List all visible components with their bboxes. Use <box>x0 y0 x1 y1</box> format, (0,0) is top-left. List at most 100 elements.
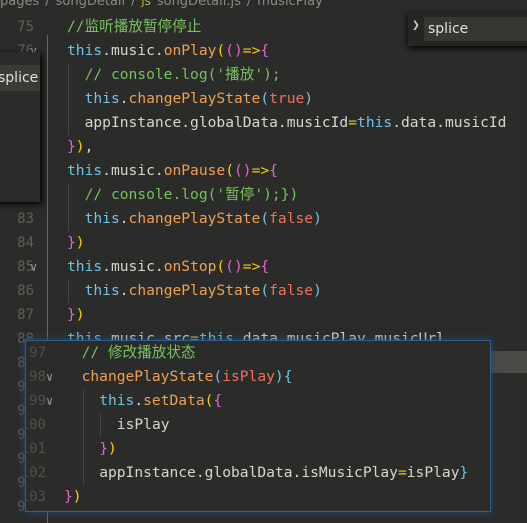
find-widget: ❯ splice <box>408 12 527 46</box>
breadcrumb-item[interactable]: musicPlay <box>257 0 323 9</box>
indent-guide <box>68 111 69 135</box>
breadcrumb-item[interactable]: pages <box>0 0 39 9</box>
code-line[interactable]: this.music.onPlay(()=>{ <box>67 39 269 63</box>
find-widget-left: splice <box>0 52 40 202</box>
indent-guide <box>82 389 84 413</box>
code-token: isMusicPlay <box>301 464 398 481</box>
code-token: => <box>242 258 261 275</box>
code-token: ( <box>260 282 270 299</box>
line-number: 103 <box>26 489 46 505</box>
code-editor[interactable]: pages / songDetail / JS songDetail.js / musicPl… <box>0 0 527 523</box>
line-number: 100 <box>26 417 46 433</box>
code-token: () <box>225 42 243 59</box>
code-token: onPlay <box>163 42 217 59</box>
code-token: music <box>110 42 155 59</box>
indent-guide <box>82 437 84 461</box>
code-line[interactable]: this.music.onPause(()=>{ <box>67 159 278 183</box>
code-token: changePlayState <box>81 368 214 385</box>
code-token: } <box>67 234 76 251</box>
code-token: => <box>251 162 270 179</box>
code-line[interactable]: // console.log('播放'); <box>85 63 281 87</box>
code-token: ) <box>313 282 322 299</box>
breadcrumb-separator: / <box>131 0 136 9</box>
code-line[interactable]: }) <box>99 437 117 461</box>
code-token: false <box>269 210 314 227</box>
fold-chevron-icon[interactable]: ∨ <box>46 389 53 413</box>
code-token: () <box>234 162 252 179</box>
code-token: { <box>213 392 223 409</box>
code-line[interactable]: // 修改播放状态 <box>82 341 196 365</box>
code-token: // console.log('暂停');}) <box>84 186 299 203</box>
code-token: () <box>225 258 243 275</box>
code-token: this <box>67 162 103 179</box>
fold-chevron-icon[interactable]: ∨ <box>46 365 53 389</box>
code-token: . <box>195 464 205 481</box>
code-token: ( <box>260 210 270 227</box>
code-token: onPause <box>163 162 226 179</box>
code-token: this <box>99 392 135 409</box>
code-token: isPlay <box>116 416 170 433</box>
code-token: this <box>84 90 120 107</box>
code-token: { <box>269 162 278 179</box>
breadcrumb-item[interactable]: JS <box>142 0 151 8</box>
code-line[interactable]: }), <box>67 135 93 159</box>
code-line[interactable]: this.changePlayState(true) <box>85 87 314 111</box>
find-input[interactable]: splice <box>424 17 527 41</box>
line-number: 86 <box>17 283 34 299</box>
code-token: { <box>260 258 270 275</box>
code-line[interactable]: appInstance.globalData.musicId=this.data… <box>85 111 507 135</box>
code-token: this <box>67 42 103 59</box>
chevron-right-icon[interactable]: ❯ <box>412 18 420 33</box>
code-line[interactable]: // console.log('暂停');}) <box>85 183 299 207</box>
line-number: 85 <box>17 259 34 275</box>
breadcrumb: pages / songDetail / JS songDetail.js / musicPl… <box>0 0 329 10</box>
fold-chevron-icon[interactable]: ∨ <box>30 255 37 279</box>
code-line[interactable]: }) <box>67 231 85 255</box>
code-line[interactable]: this.setData({ <box>99 389 222 413</box>
code-line[interactable]: appInstance.globalData.isMusicPlay=isPla… <box>99 461 468 485</box>
code-token: => <box>242 42 261 59</box>
breadcrumb-separator: / <box>246 0 252 9</box>
breadcrumb-item[interactable]: songDetail <box>56 0 126 9</box>
code-token: } <box>99 440 108 457</box>
code-token: } <box>67 138 76 155</box>
code-line[interactable]: changePlayState(isPlay){ <box>82 365 293 389</box>
indent-guide <box>68 183 69 207</box>
code-token: globalData <box>204 464 293 481</box>
code-token: data <box>400 114 437 131</box>
line-number: 102 <box>26 465 46 481</box>
code-token: music <box>110 258 155 275</box>
peek-definition-popup[interactable]: 97 98 99 100 101 102 103 // 修改播放状态 changePlaySt… <box>25 340 491 512</box>
code-token: { <box>260 42 270 59</box>
line-number: 101 <box>26 441 46 457</box>
code-token: changePlayState <box>128 282 261 299</box>
code-token: . <box>134 392 144 409</box>
code-token: . <box>119 282 129 299</box>
indent-guide <box>100 413 102 437</box>
indent-guide <box>82 461 84 485</box>
code-token: . <box>119 210 129 227</box>
code-line[interactable]: }) <box>67 303 85 327</box>
breadcrumb-separator: / <box>45 0 50 9</box>
find-input-left[interactable]: splice <box>0 65 40 91</box>
code-line[interactable]: this.music.onStop(()=>{ <box>67 255 269 279</box>
code-line[interactable]: isPlay <box>117 413 170 437</box>
code-token: . <box>154 258 164 275</box>
code-token: . <box>436 114 445 131</box>
code-token: this <box>84 282 120 299</box>
indent-guide <box>68 63 69 87</box>
line-number: 97 <box>29 345 46 361</box>
breadcrumb-item[interactable]: songDetail.js <box>157 0 241 9</box>
code-token: ) <box>274 368 284 385</box>
code-token: = <box>397 464 407 481</box>
code-token: . <box>119 90 129 107</box>
code-line[interactable]: this.changePlayState(false) <box>85 279 322 303</box>
line-number: 99 <box>29 393 46 409</box>
code-token: , <box>84 138 94 155</box>
code-line[interactable]: this.changePlayState(false) <box>85 207 322 231</box>
code-line[interactable]: }) <box>64 485 82 509</box>
code-token: this <box>67 258 103 275</box>
code-token: ) <box>75 306 85 323</box>
code-line[interactable]: //监听播放暂停停止 <box>67 15 201 39</box>
code-token: appInstance <box>84 114 182 131</box>
